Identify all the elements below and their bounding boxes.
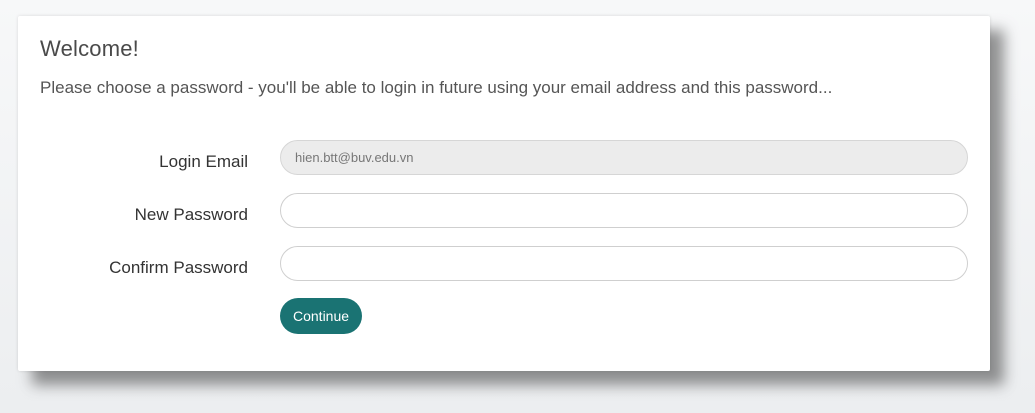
login-email-field[interactable]	[280, 140, 968, 175]
new-password-field[interactable]	[280, 193, 968, 228]
page-background: Welcome! Please choose a password - you'…	[0, 0, 1035, 413]
page-title: Welcome!	[40, 36, 139, 61]
confirm-password-label: Confirm Password	[109, 258, 248, 277]
welcome-panel: Welcome! Please choose a password - you'…	[18, 16, 990, 371]
continue-button[interactable]: Continue	[280, 298, 363, 334]
intro-text: Please choose a password - you'll be abl…	[40, 78, 833, 97]
confirm-password-field[interactable]	[280, 246, 968, 281]
login-email-label: Login Email	[159, 152, 248, 171]
new-password-label: New Password	[134, 205, 248, 224]
